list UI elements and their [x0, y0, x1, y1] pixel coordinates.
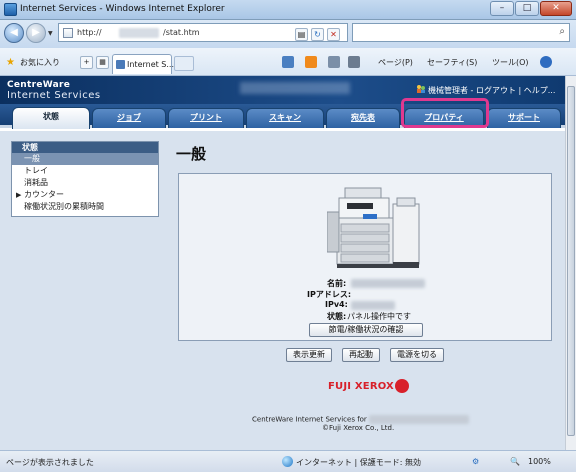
new-tab-button[interactable] [174, 56, 194, 71]
help-icon[interactable] [540, 56, 552, 68]
window-titlebar: Internet Services - Windows Internet Exp… [0, 0, 576, 20]
tab-support[interactable]: サポート [487, 108, 561, 128]
expand-arrow-icon[interactable]: ▶ [16, 189, 21, 201]
tab-address-book[interactable]: 宛先表 [326, 108, 400, 128]
close-button[interactable]: ✕ [540, 1, 572, 16]
forward-button[interactable]: ▶ [26, 23, 46, 43]
tab-jobs[interactable]: ジョブ [92, 108, 166, 128]
content-area: 状態 一般 トレイ 消耗品 ▶ カウンター 稼働状況別の累積時間 一般 名前: … [0, 131, 565, 450]
sidebar-item-counter[interactable]: ▶ カウンター [12, 189, 158, 201]
back-button[interactable]: ◀ [4, 23, 24, 43]
sidebar-heading: 状態 [12, 142, 158, 153]
internet-zone-icon [282, 456, 293, 467]
ipv4-label: IPv4: [325, 300, 348, 309]
browser-tab-title: Internet S... [127, 60, 175, 69]
window-title: Internet Services - Windows Internet Exp… [20, 4, 225, 14]
power-status-button[interactable]: 節電/稼働状況の確認 [309, 323, 423, 337]
url-path: /stat.htm [163, 28, 200, 37]
footer-line1: CentreWare Internet Services for [252, 415, 470, 424]
power-off-button[interactable]: 電源を切る [390, 348, 444, 362]
url-host-redacted [119, 28, 159, 38]
printer-image [327, 187, 420, 268]
print-icon[interactable] [348, 56, 360, 68]
home-icon[interactable] [282, 56, 294, 68]
reboot-button[interactable]: 再起動 [342, 348, 380, 362]
page-icon [63, 28, 73, 38]
logo-line1: CentreWare [7, 80, 71, 90]
device-info-panel: 名前: IPアドレス: IPv4: 状態: パネル操作中です 節電/稼働状況の確… [178, 173, 552, 341]
sidebar-item-tray[interactable]: トレイ [12, 165, 158, 177]
fuji-xerox-logo-mark [395, 379, 409, 393]
menu-page[interactable]: ページ(P) [378, 57, 413, 68]
maximize-button[interactable]: □ [515, 1, 539, 16]
history-dropdown-icon[interactable]: ▼ [48, 30, 53, 37]
protected-mode-icon[interactable]: ⚙ [472, 457, 479, 466]
sidebar-menu: 状態 一般 トレイ 消耗品 ▶ カウンター 稼働状況別の累積時間 [11, 141, 159, 217]
url-prefix: http:// [77, 28, 102, 37]
mail-icon[interactable] [328, 56, 340, 68]
favorites-label[interactable]: お気に入り [20, 57, 60, 68]
menu-safety[interactable]: セーフティ(S) [427, 57, 477, 68]
page-title: 一般 [176, 145, 207, 163]
favorites-star-icon[interactable]: ★ [6, 57, 15, 68]
status-label: 状態: [327, 312, 347, 321]
user-logout-help[interactable]: 機械管理者 - ログアウト | ヘルプ... [428, 85, 555, 96]
fuji-xerox-logo-text: FUJI XEROX [328, 381, 394, 392]
name-value-redacted [351, 279, 425, 288]
ip-label: IPアドレス: [307, 290, 352, 299]
zoom-icon[interactable]: 🔍 [510, 457, 520, 466]
feeds-icon[interactable] [305, 56, 317, 68]
logo-line2: Internet Services [7, 90, 101, 101]
zone-text: インターネット | 保護モード: 無効 [296, 458, 422, 467]
admin-user-icon [417, 85, 425, 93]
scrollbar-thumb[interactable] [567, 86, 575, 436]
refresh-button[interactable]: 表示更新 [286, 348, 332, 362]
sidebar-item-operation-time[interactable]: 稼働状況別の累積時間 [12, 201, 158, 213]
sidebar-item-general[interactable]: 一般 [12, 153, 158, 165]
stop-icon[interactable]: ✕ [327, 28, 340, 41]
search-input[interactable]: ⌕ [352, 23, 570, 42]
ie-icon [4, 3, 17, 16]
tab-status[interactable]: 状態 [12, 107, 90, 129]
compat-view-icon[interactable]: ▤ [295, 28, 308, 41]
vertical-scrollbar[interactable] [565, 76, 576, 450]
command-row: ★ お気に入り + ▦ Internet S... ページ(P) セーフティ(S… [0, 48, 576, 76]
status-text: ページが表示されました [6, 458, 94, 467]
status-value: パネル操作中です [347, 312, 411, 321]
model-name-redacted [369, 415, 470, 424]
minimize-button[interactable]: – [490, 1, 514, 16]
device-name-redacted [240, 82, 350, 94]
address-bar[interactable]: http:// /stat.htm ▤ ↻ ✕ [58, 23, 348, 42]
status-bar: ページが表示されました インターネット | 保護モード: 無効 ⚙ 🔍 100% [0, 450, 576, 472]
tab-print[interactable]: プリント [168, 108, 244, 128]
sidebar-item-consumables[interactable]: 消耗品 [12, 177, 158, 189]
browser-tab[interactable]: Internet S... [112, 54, 175, 74]
search-icon[interactable]: ⌕ [559, 26, 565, 37]
refresh-icon[interactable]: ↻ [311, 28, 324, 41]
address-row: ◀ ▶ ▼ http:// /stat.htm ▤ ↻ ✕ ⌕ [0, 20, 576, 48]
properties-highlight-box [401, 98, 489, 128]
tab-page-icon [116, 60, 125, 69]
ipv4-value-redacted [351, 301, 395, 310]
quick-tabs-icon[interactable]: ▦ [96, 56, 109, 69]
name-label: 名前: [327, 279, 347, 288]
web-page: CentreWare Internet Services 機械管理者 - ログア… [0, 76, 565, 450]
footer-copyright: ©Fuji Xerox Co., Ltd. [322, 424, 395, 432]
zoom-level[interactable]: 100% [528, 457, 551, 466]
add-favorite-icon[interactable]: + [80, 56, 93, 69]
menu-tools[interactable]: ツール(O) [492, 57, 529, 68]
tab-scan[interactable]: スキャン [246, 108, 324, 128]
